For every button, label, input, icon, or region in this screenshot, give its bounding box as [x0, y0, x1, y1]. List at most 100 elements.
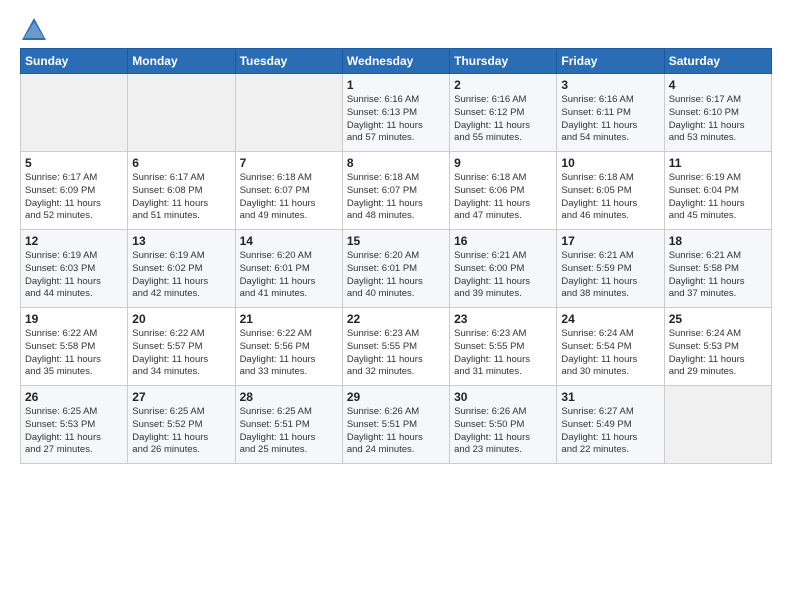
day-info: Sunrise: 6:27 AM Sunset: 5:49 PM Dayligh…: [561, 406, 659, 457]
day-info: Sunrise: 6:19 AM Sunset: 6:02 PM Dayligh…: [132, 250, 230, 301]
day-info: Sunrise: 6:16 AM Sunset: 6:13 PM Dayligh…: [347, 94, 445, 145]
logo: [20, 16, 52, 44]
day-info: Sunrise: 6:18 AM Sunset: 6:07 PM Dayligh…: [240, 172, 338, 223]
day-info: Sunrise: 6:23 AM Sunset: 5:55 PM Dayligh…: [454, 328, 552, 379]
day-info: Sunrise: 6:21 AM Sunset: 6:00 PM Dayligh…: [454, 250, 552, 301]
day-number: 12: [25, 234, 123, 248]
day-number: 10: [561, 156, 659, 170]
day-number: 2: [454, 78, 552, 92]
calendar-cell: 6Sunrise: 6:17 AM Sunset: 6:08 PM Daylig…: [128, 152, 235, 230]
calendar-cell: 18 Sunrise: 6:21 AM Sunset: 5:58 PM Dayli…: [664, 230, 771, 308]
day-number: 28: [240, 390, 338, 404]
day-info: Sunrise: 6:19 AM Sunset: 6:03 PM Dayligh…: [25, 250, 123, 301]
day-info: Sunrise: 6:21 AM Sunset: 5:59 PM Dayligh…: [561, 250, 659, 301]
day-number: 16: [454, 234, 552, 248]
calendar-cell: 8 Sunrise: 6:18 AM Sunset: 6:07 PM Daylig…: [342, 152, 449, 230]
calendar-cell: 23 Sunrise: 6:23 AM Sunset: 5:55 PM Dayli…: [450, 308, 557, 386]
col-header-thursday: Thursday: [450, 49, 557, 74]
day-number: 5: [25, 156, 123, 170]
calendar-cell: 19 Sunrise: 6:22 AM Sunset: 5:58 PM Dayli…: [21, 308, 128, 386]
day-info: Sunrise: 6:25 AM Sunset: 5:51 PM Dayligh…: [240, 406, 338, 457]
day-info: Sunrise: 6:22 AM Sunset: 5:57 PM Dayligh…: [132, 328, 230, 379]
day-number: 8: [347, 156, 445, 170]
day-number: 22: [347, 312, 445, 326]
day-info: Sunrise: 6:22 AM Sunset: 5:56 PM Dayligh…: [240, 328, 338, 379]
calendar-cell: 3 Sunrise: 6:16 AM Sunset: 6:11 PM Daylig…: [557, 74, 664, 152]
calendar-cell: 10 Sunrise: 6:18 AM Sunset: 6:05 PM Dayli…: [557, 152, 664, 230]
day-number: 30: [454, 390, 552, 404]
day-info: Sunrise: 6:25 AM Sunset: 5:52 PM Dayligh…: [132, 406, 230, 457]
calendar-cell: 24 Sunrise: 6:24 AM Sunset: 5:54 PM Dayli…: [557, 308, 664, 386]
calendar-header-row: SundayMondayTuesdayWednesdayThursdayFrid…: [21, 49, 772, 74]
day-number: 7: [240, 156, 338, 170]
day-info: Sunrise: 6:24 AM Sunset: 5:54 PM Dayligh…: [561, 328, 659, 379]
day-number: 24: [561, 312, 659, 326]
day-number: 17: [561, 234, 659, 248]
calendar-cell: 12 Sunrise: 6:19 AM Sunset: 6:03 PM Dayli…: [21, 230, 128, 308]
week-row-5: 26 Sunrise: 6:25 AM Sunset: 5:53 PM Dayli…: [21, 386, 772, 464]
day-number: 31: [561, 390, 659, 404]
day-number: 23: [454, 312, 552, 326]
calendar-cell: 9Sunrise: 6:18 AM Sunset: 6:06 PM Daylig…: [450, 152, 557, 230]
calendar-cell: 26 Sunrise: 6:25 AM Sunset: 5:53 PM Dayli…: [21, 386, 128, 464]
day-info: Sunrise: 6:17 AM Sunset: 6:10 PM Dayligh…: [669, 94, 767, 145]
calendar-cell: 5Sunrise: 6:17 AM Sunset: 6:09 PM Daylig…: [21, 152, 128, 230]
calendar-cell: [21, 74, 128, 152]
calendar-cell: 21 Sunrise: 6:22 AM Sunset: 5:56 PM Dayli…: [235, 308, 342, 386]
day-number: 18: [669, 234, 767, 248]
day-info: Sunrise: 6:20 AM Sunset: 6:01 PM Dayligh…: [347, 250, 445, 301]
day-info: Sunrise: 6:23 AM Sunset: 5:55 PM Dayligh…: [347, 328, 445, 379]
day-number: 13: [132, 234, 230, 248]
day-info: Sunrise: 6:25 AM Sunset: 5:53 PM Dayligh…: [25, 406, 123, 457]
calendar-cell: 1 Sunrise: 6:16 AM Sunset: 6:13 PM Daylig…: [342, 74, 449, 152]
calendar-cell: 29 Sunrise: 6:26 AM Sunset: 5:51 PM Dayli…: [342, 386, 449, 464]
col-header-monday: Monday: [128, 49, 235, 74]
day-number: 1: [347, 78, 445, 92]
calendar-cell: 15 Sunrise: 6:20 AM Sunset: 6:01 PM Dayli…: [342, 230, 449, 308]
day-info: Sunrise: 6:18 AM Sunset: 6:07 PM Dayligh…: [347, 172, 445, 223]
day-info: Sunrise: 6:24 AM Sunset: 5:53 PM Dayligh…: [669, 328, 767, 379]
day-number: 26: [25, 390, 123, 404]
week-row-2: 5Sunrise: 6:17 AM Sunset: 6:09 PM Daylig…: [21, 152, 772, 230]
day-info: Sunrise: 6:21 AM Sunset: 5:58 PM Dayligh…: [669, 250, 767, 301]
week-row-3: 12 Sunrise: 6:19 AM Sunset: 6:03 PM Dayli…: [21, 230, 772, 308]
day-number: 14: [240, 234, 338, 248]
day-info: Sunrise: 6:16 AM Sunset: 6:12 PM Dayligh…: [454, 94, 552, 145]
calendar-cell: 13 Sunrise: 6:19 AM Sunset: 6:02 PM Dayli…: [128, 230, 235, 308]
day-info: Sunrise: 6:18 AM Sunset: 6:05 PM Dayligh…: [561, 172, 659, 223]
day-number: 6: [132, 156, 230, 170]
calendar-cell: [664, 386, 771, 464]
day-info: Sunrise: 6:18 AM Sunset: 6:06 PM Dayligh…: [454, 172, 552, 223]
col-header-wednesday: Wednesday: [342, 49, 449, 74]
day-number: 27: [132, 390, 230, 404]
week-row-4: 19 Sunrise: 6:22 AM Sunset: 5:58 PM Dayli…: [21, 308, 772, 386]
calendar-cell: 2 Sunrise: 6:16 AM Sunset: 6:12 PM Daylig…: [450, 74, 557, 152]
calendar-cell: 25 Sunrise: 6:24 AM Sunset: 5:53 PM Dayli…: [664, 308, 771, 386]
calendar-cell: 17 Sunrise: 6:21 AM Sunset: 5:59 PM Dayli…: [557, 230, 664, 308]
day-info: Sunrise: 6:26 AM Sunset: 5:51 PM Dayligh…: [347, 406, 445, 457]
logo-icon: [20, 16, 48, 44]
day-info: Sunrise: 6:19 AM Sunset: 6:04 PM Dayligh…: [669, 172, 767, 223]
calendar-table: SundayMondayTuesdayWednesdayThursdayFrid…: [20, 48, 772, 464]
calendar-cell: 20 Sunrise: 6:22 AM Sunset: 5:57 PM Dayli…: [128, 308, 235, 386]
day-number: 29: [347, 390, 445, 404]
day-number: 25: [669, 312, 767, 326]
day-info: Sunrise: 6:20 AM Sunset: 6:01 PM Dayligh…: [240, 250, 338, 301]
calendar-cell: 31 Sunrise: 6:27 AM Sunset: 5:49 PM Dayli…: [557, 386, 664, 464]
day-number: 19: [25, 312, 123, 326]
day-info: Sunrise: 6:16 AM Sunset: 6:11 PM Dayligh…: [561, 94, 659, 145]
day-number: 21: [240, 312, 338, 326]
day-info: Sunrise: 6:22 AM Sunset: 5:58 PM Dayligh…: [25, 328, 123, 379]
calendar-cell: 30Sunrise: 6:26 AM Sunset: 5:50 PM Dayli…: [450, 386, 557, 464]
day-number: 20: [132, 312, 230, 326]
header: [20, 16, 772, 44]
calendar-cell: 4 Sunrise: 6:17 AM Sunset: 6:10 PM Daylig…: [664, 74, 771, 152]
calendar-cell: 7 Sunrise: 6:18 AM Sunset: 6:07 PM Daylig…: [235, 152, 342, 230]
day-number: 15: [347, 234, 445, 248]
calendar-cell: 14 Sunrise: 6:20 AM Sunset: 6:01 PM Dayli…: [235, 230, 342, 308]
day-number: 3: [561, 78, 659, 92]
calendar-cell: 11 Sunrise: 6:19 AM Sunset: 6:04 PM Dayli…: [664, 152, 771, 230]
calendar-cell: 28 Sunrise: 6:25 AM Sunset: 5:51 PM Dayli…: [235, 386, 342, 464]
day-number: 4: [669, 78, 767, 92]
day-number: 11: [669, 156, 767, 170]
